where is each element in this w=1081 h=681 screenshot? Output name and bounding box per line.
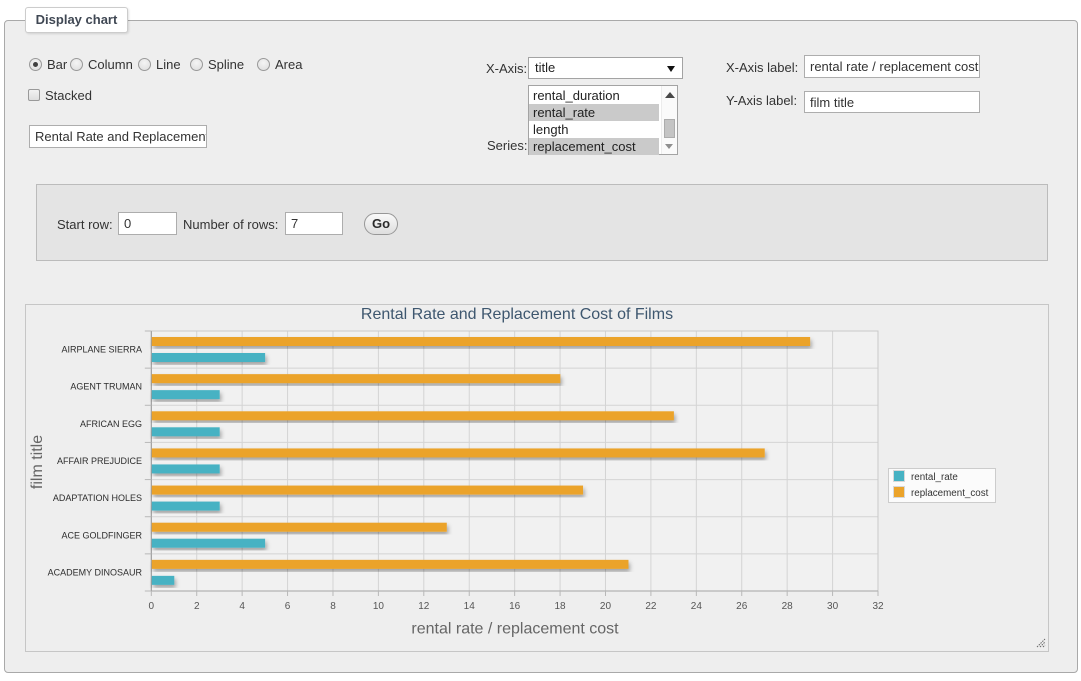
- svg-text:6: 6: [285, 601, 291, 612]
- svg-text:30: 30: [827, 601, 839, 612]
- svg-text:ACADEMY DINOSAUR: ACADEMY DINOSAUR: [48, 567, 143, 577]
- svg-text:10: 10: [373, 601, 385, 612]
- svg-text:0: 0: [149, 601, 155, 612]
- svg-text:AGENT TRUMAN: AGENT TRUMAN: [70, 382, 142, 392]
- svg-text:ACE GOLDFINGER: ACE GOLDFINGER: [61, 530, 142, 540]
- svg-text:20: 20: [600, 601, 612, 612]
- svg-text:32: 32: [872, 601, 884, 612]
- svg-text:rental_rate: rental_rate: [911, 472, 958, 483]
- svg-text:2: 2: [194, 601, 200, 612]
- svg-text:24: 24: [691, 601, 703, 612]
- svg-text:16: 16: [509, 601, 521, 612]
- svg-text:28: 28: [782, 601, 794, 612]
- svg-text:film title: film title: [29, 435, 46, 489]
- svg-text:22: 22: [645, 601, 657, 612]
- svg-text:rental rate / replacement cost: rental rate / replacement cost: [411, 621, 619, 638]
- svg-text:AIRPLANE SIERRA: AIRPLANE SIERRA: [61, 345, 142, 355]
- svg-text:26: 26: [736, 601, 748, 612]
- svg-text:ADAPTATION HOLES: ADAPTATION HOLES: [53, 493, 142, 503]
- svg-text:4: 4: [239, 601, 245, 612]
- svg-text:AFFAIR PREJUDICE: AFFAIR PREJUDICE: [57, 456, 142, 466]
- svg-text:Rental Rate and Replacement Co: Rental Rate and Replacement Cost of Film…: [361, 306, 673, 323]
- svg-text:8: 8: [330, 601, 336, 612]
- svg-text:AFRICAN EGG: AFRICAN EGG: [80, 419, 142, 429]
- svg-text:replacement_cost: replacement_cost: [911, 488, 989, 499]
- svg-text:14: 14: [464, 601, 476, 612]
- svg-text:18: 18: [555, 601, 567, 612]
- svg-text:12: 12: [418, 601, 430, 612]
